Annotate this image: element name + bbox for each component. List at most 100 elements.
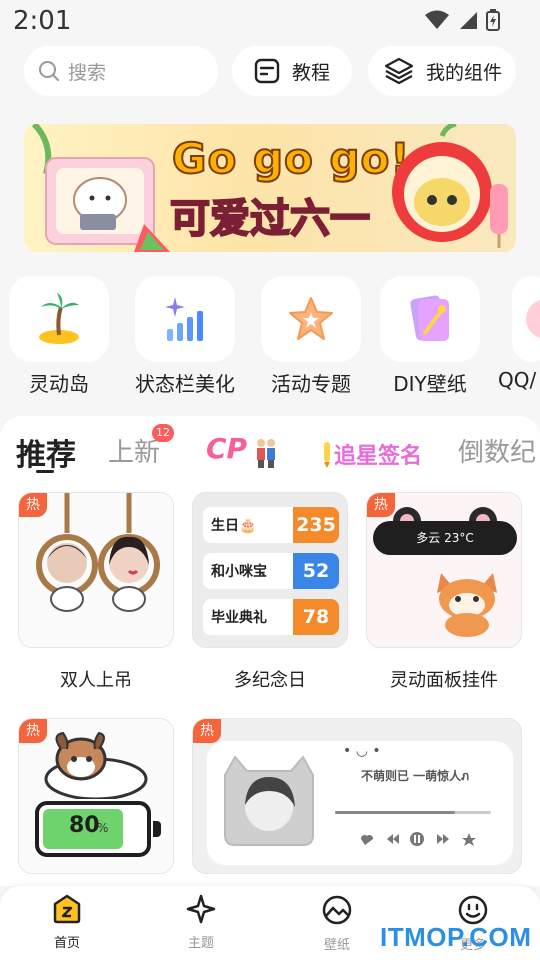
tab-recommend[interactable]: 推荐: [16, 430, 76, 474]
wand-card-icon: [410, 295, 449, 341]
dog-illustration: [44, 731, 148, 799]
search-placeholder: 搜索: [68, 61, 107, 84]
battery-unit: %: [97, 821, 109, 835]
countdown-value: 52: [293, 553, 339, 589]
tab-active-indicator: [36, 470, 54, 473]
quick-item-box: [380, 276, 480, 362]
tab-countdown[interactable]: 倒数纪: [458, 432, 536, 469]
nav-theme[interactable]: 主题: [156, 894, 246, 951]
wifi-icon: [425, 10, 449, 29]
tutorial-button[interactable]: 教程: [232, 46, 352, 96]
sparkle-icon: [186, 894, 216, 924]
quick-item-box: [135, 276, 235, 362]
quick-entry-row: 灵动岛 状态栏美化 活动专题 DIY壁纸 QQ/: [0, 276, 540, 400]
cell-signal-icon: [460, 12, 477, 29]
qq-icon: [526, 299, 540, 339]
weather-pill: 多云 23°C: [373, 521, 517, 555]
countdown-row: 生日🎂 235: [203, 507, 339, 543]
forward-icon: [437, 834, 449, 844]
tutorial-icon: [254, 58, 280, 84]
top-bar: 搜索 教程 我的组件: [0, 46, 540, 98]
music-title: 不萌则已 一萌惊人ภ: [361, 769, 470, 783]
status-time: 2:01: [13, 6, 72, 36]
hot-badge: 热: [19, 719, 47, 743]
quick-item-box: [9, 276, 109, 362]
couple-hanging-illustration: [36, 493, 160, 612]
quick-item-dynamic-island[interactable]: 灵动岛: [9, 276, 109, 400]
star-icon: [462, 833, 476, 846]
widget-card-couple[interactable]: 热: [18, 492, 174, 648]
star-icon: [289, 297, 333, 340]
banner-illustration-left: [31, 124, 170, 252]
music-progress-fill: [335, 811, 455, 814]
content-panel: 推荐 上新 12 CP 追星签名 倒数纪 热 双人上吊 生日🎂 235 和小咪宝…: [0, 416, 540, 886]
tab-cp[interactable]: CP: [206, 432, 247, 465]
nav-home-label: 首页: [53, 936, 80, 951]
pause-icon: [410, 832, 424, 846]
countdown-label: 毕业典礼: [211, 610, 267, 626]
quick-item-label: DIY壁纸: [393, 372, 467, 396]
quick-item-activity[interactable]: 活动专题: [261, 276, 361, 400]
fox-illustration: [437, 573, 497, 637]
my-widgets-label: 我的组件: [426, 61, 503, 84]
countdown-row: 毕业典礼 78: [203, 599, 339, 635]
hot-badge: 热: [19, 493, 47, 517]
watermark-text: ITMOP.COM: [380, 922, 532, 952]
banner-title-line1: Go go go!: [171, 133, 411, 184]
countdown-value: 78: [293, 599, 339, 635]
nav-wallpaper-label: 壁纸: [323, 938, 350, 953]
hot-badge: 热: [193, 719, 221, 743]
heart-icon: [361, 835, 373, 845]
quick-item-label: QQ/: [498, 368, 537, 392]
tab-star-sign[interactable]: 追星签名: [334, 438, 422, 470]
widget-card-dynamic-panel[interactable]: 热 多云 23°C: [366, 492, 522, 648]
battery-value: 80: [69, 813, 100, 838]
nav-home[interactable]: 首页: [22, 894, 112, 951]
search-icon: [39, 61, 59, 81]
home-icon: [53, 894, 81, 924]
status-icons: [424, 9, 500, 31]
my-widgets-button[interactable]: 我的组件: [368, 46, 516, 96]
nav-theme-label: 主题: [187, 936, 214, 951]
widget-card-title: 双人上吊: [60, 670, 132, 691]
quick-item-box: [512, 276, 540, 362]
music-controls: [361, 832, 476, 846]
search-box[interactable]: 搜索: [24, 46, 218, 96]
tutorial-label: 教程: [292, 61, 331, 84]
countdown-row: 和小咪宝 52: [203, 553, 339, 589]
banner-title-line2: 可爱过六一: [169, 195, 371, 243]
countdown-label: 生日🎂: [211, 518, 257, 534]
countdown-label: 和小咪宝: [211, 564, 267, 580]
music-progress-track[interactable]: [335, 811, 491, 814]
status-bar: 2:01: [0, 0, 540, 44]
nav-wallpaper[interactable]: 壁纸: [292, 894, 382, 953]
widget-card-battery[interactable]: 热 80 %: [18, 718, 174, 874]
hot-badge: 热: [367, 493, 395, 517]
quick-item-qq[interactable]: QQ/: [498, 276, 540, 400]
promo-banner[interactable]: Go go go! 可爱过六一: [24, 124, 516, 252]
pen-icon: [324, 442, 330, 468]
couple-icon: [257, 439, 275, 468]
quick-item-statusbar[interactable]: 状态栏美化: [135, 276, 235, 400]
quick-item-box: [261, 276, 361, 362]
layers-icon: [384, 57, 414, 85]
new-count-badge: 12: [152, 424, 174, 442]
battery-tip: [153, 821, 161, 837]
rewind-icon: [387, 834, 399, 844]
island-icon: [39, 293, 79, 344]
battery-icon: [486, 9, 500, 31]
signal-sparkle-icon: [165, 297, 203, 341]
widget-card-anniversary[interactable]: 生日🎂 235 和小咪宝 52 毕业典礼 78: [192, 492, 348, 648]
music-face: • ◡ •: [343, 743, 381, 759]
category-tabs: 推荐 上新 12 CP 追星签名 倒数纪: [0, 416, 540, 482]
widget-card-title: 灵动面板挂件: [390, 670, 498, 691]
battery-widget: 80 %: [35, 801, 151, 857]
music-avatar: [224, 755, 314, 846]
quick-item-diy-wallpaper[interactable]: DIY壁纸: [380, 276, 480, 400]
widget-card-music[interactable]: 热 • ◡ • 不萌则已 一萌惊人ภ: [192, 718, 522, 874]
tab-new[interactable]: 上新: [108, 432, 160, 469]
weather-text: 多云 23°C: [416, 531, 474, 545]
countdown-value: 235: [293, 507, 339, 543]
widget-card-title: 多纪念日: [234, 670, 306, 691]
banner-illustration-right: [392, 124, 508, 248]
